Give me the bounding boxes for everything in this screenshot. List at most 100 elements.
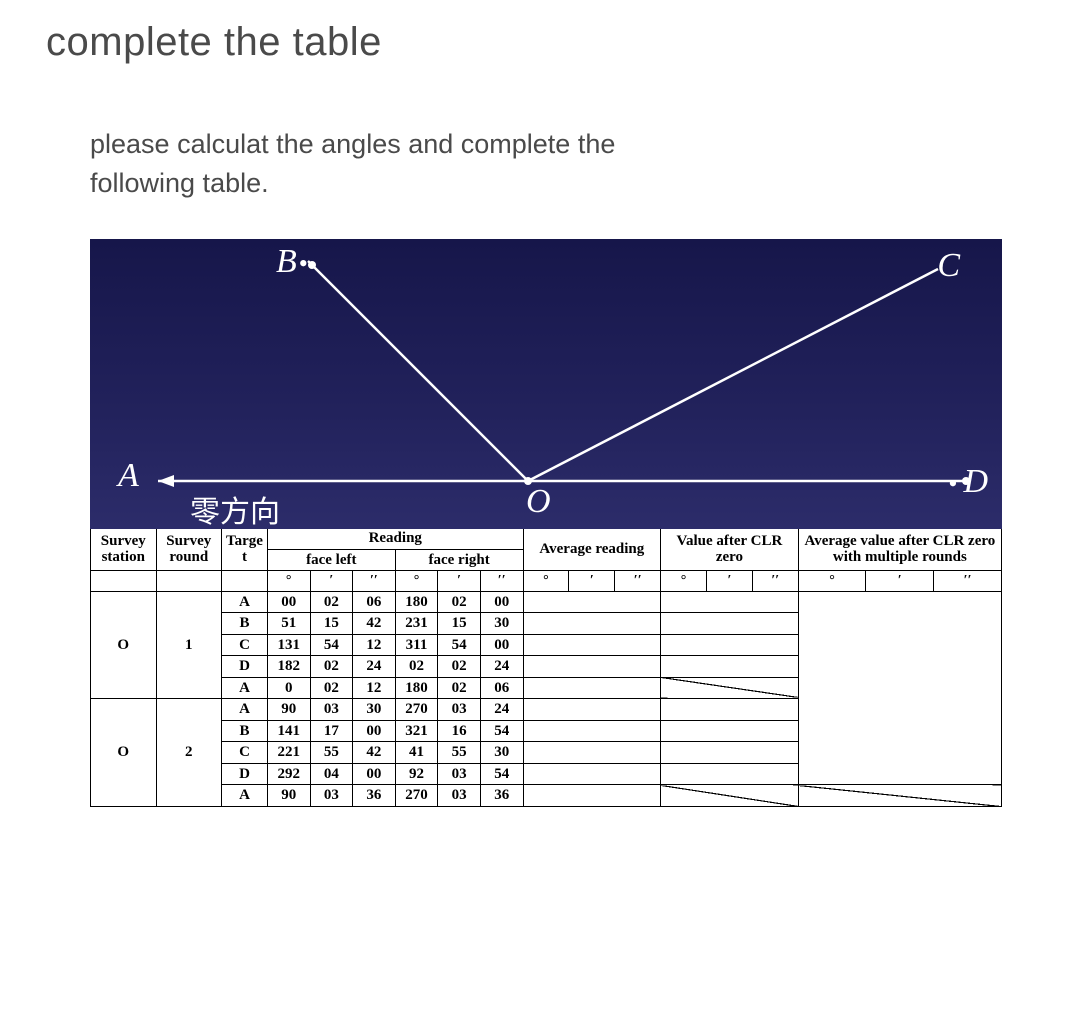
instructions-line-1: please calculat the angles and complete … [90,129,615,159]
cell-face-right: 41 [395,742,438,764]
cell-face-left: 03 [310,699,353,721]
cell-avg-multi-rounds [798,785,1001,807]
cell-value-after-clr [661,613,799,635]
cell-face-right: 03 [438,699,481,721]
unit-deg: ° [523,571,569,591]
cell-target: A [222,591,268,613]
cell-face-right: 54 [480,763,523,785]
cell-face-left: 182 [267,656,310,678]
cell-face-left: 24 [353,656,396,678]
th-face-left: face left [267,549,395,571]
cell-average-reading [523,677,661,699]
cell-face-left: 90 [267,785,310,807]
th-avg-multi-rounds: Average value after CLR zero with multip… [798,528,1001,571]
cell-target: B [222,613,268,635]
instructions: please calculat the angles and complete … [90,125,1034,203]
cell-face-left: 54 [310,634,353,656]
cell-face-right: 06 [480,677,523,699]
unit-min: ′ [569,571,615,591]
cell-face-left: 03 [310,785,353,807]
cell-face-right: 92 [395,763,438,785]
survey-table-wrap: Survey station Survey round Targe t Read… [90,527,1002,806]
instructions-line-2: following table. [90,168,269,198]
cell-face-right: 180 [395,591,438,613]
unit-sec: ′′ [353,571,396,591]
label-C: C [937,247,960,285]
cell-face-left: 00 [353,720,396,742]
unit-sec: ′′ [752,571,798,591]
unit-min: ′ [438,571,481,591]
cell-value-after-clr [661,656,799,678]
cell-face-left: 00 [353,763,396,785]
cell-face-right: 24 [480,699,523,721]
cell-face-right: 24 [480,656,523,678]
unit-deg: ° [395,571,438,591]
cell-face-left: 131 [267,634,310,656]
cell-face-left: 12 [353,677,396,699]
cell-face-right: 30 [480,742,523,764]
cell-face-left: 221 [267,742,310,764]
cell-station: O [91,699,157,807]
cell-average-reading [523,656,661,678]
cell-value-after-clr [661,699,799,721]
label-B: B• [276,243,308,281]
unit-sec: ′′ [934,571,1002,591]
cell-value-after-clr [661,634,799,656]
cell-face-left: 42 [353,613,396,635]
th-survey-round: Survey round [156,528,222,571]
cell-face-right: 15 [438,613,481,635]
cell-face-left: 90 [267,699,310,721]
cell-face-right: 321 [395,720,438,742]
unit-deg: ° [661,571,707,591]
cell-face-right: 02 [438,677,481,699]
th-target: Targe t [222,528,268,571]
cell-face-left: 30 [353,699,396,721]
cell-face-right: 54 [438,634,481,656]
unit-deg: ° [798,571,866,591]
cell-face-left: 12 [353,634,396,656]
label-O: O [526,483,551,521]
cell-target: A [222,677,268,699]
cell-face-left: 15 [310,613,353,635]
cell-target: D [222,656,268,678]
cell-round: 1 [156,591,222,699]
survey-table: Survey station Survey round Targe t Read… [90,527,1002,806]
cell-face-right: 54 [480,720,523,742]
unit-min: ′ [866,571,934,591]
table-body: O1A0002061800200B5115422311530C131541231… [91,591,1002,806]
cell-face-right: 231 [395,613,438,635]
cell-face-left: 51 [267,613,310,635]
th-value-after-clr: Value after CLR zero [661,528,799,571]
cell-value-after-clr [661,785,799,807]
cell-face-right: 02 [438,591,481,613]
cell-face-right: 03 [438,763,481,785]
cell-target: B [222,720,268,742]
cell-face-right: 16 [438,720,481,742]
cell-target: D [222,763,268,785]
cell-face-left: 36 [353,785,396,807]
cell-average-reading [523,634,661,656]
cell-face-left: 02 [310,591,353,613]
cell-face-left: 02 [310,656,353,678]
cell-average-reading [523,613,661,635]
page-title: complete the table [46,20,1034,65]
cell-face-left: 55 [310,742,353,764]
cell-face-right: 180 [395,677,438,699]
cell-target: C [222,634,268,656]
cell-face-left: 17 [310,720,353,742]
cell-value-after-clr [661,677,799,699]
table-row: A9003362700336 [91,785,1002,807]
cell-average-reading [523,785,661,807]
th-survey-station: Survey station [91,528,157,571]
zero-direction-label: 零方向 [190,487,280,531]
unit-deg: ° [267,571,310,591]
label-A: A [118,457,139,495]
survey-diagram: A B• C •D O 零方向 [90,239,1002,529]
cell-face-left: 06 [353,591,396,613]
unit-min: ′ [706,571,752,591]
cell-station: O [91,591,157,699]
cell-face-left: 42 [353,742,396,764]
cell-face-right: 270 [395,785,438,807]
cell-value-after-clr [661,591,799,613]
th-reading: Reading [267,528,523,550]
